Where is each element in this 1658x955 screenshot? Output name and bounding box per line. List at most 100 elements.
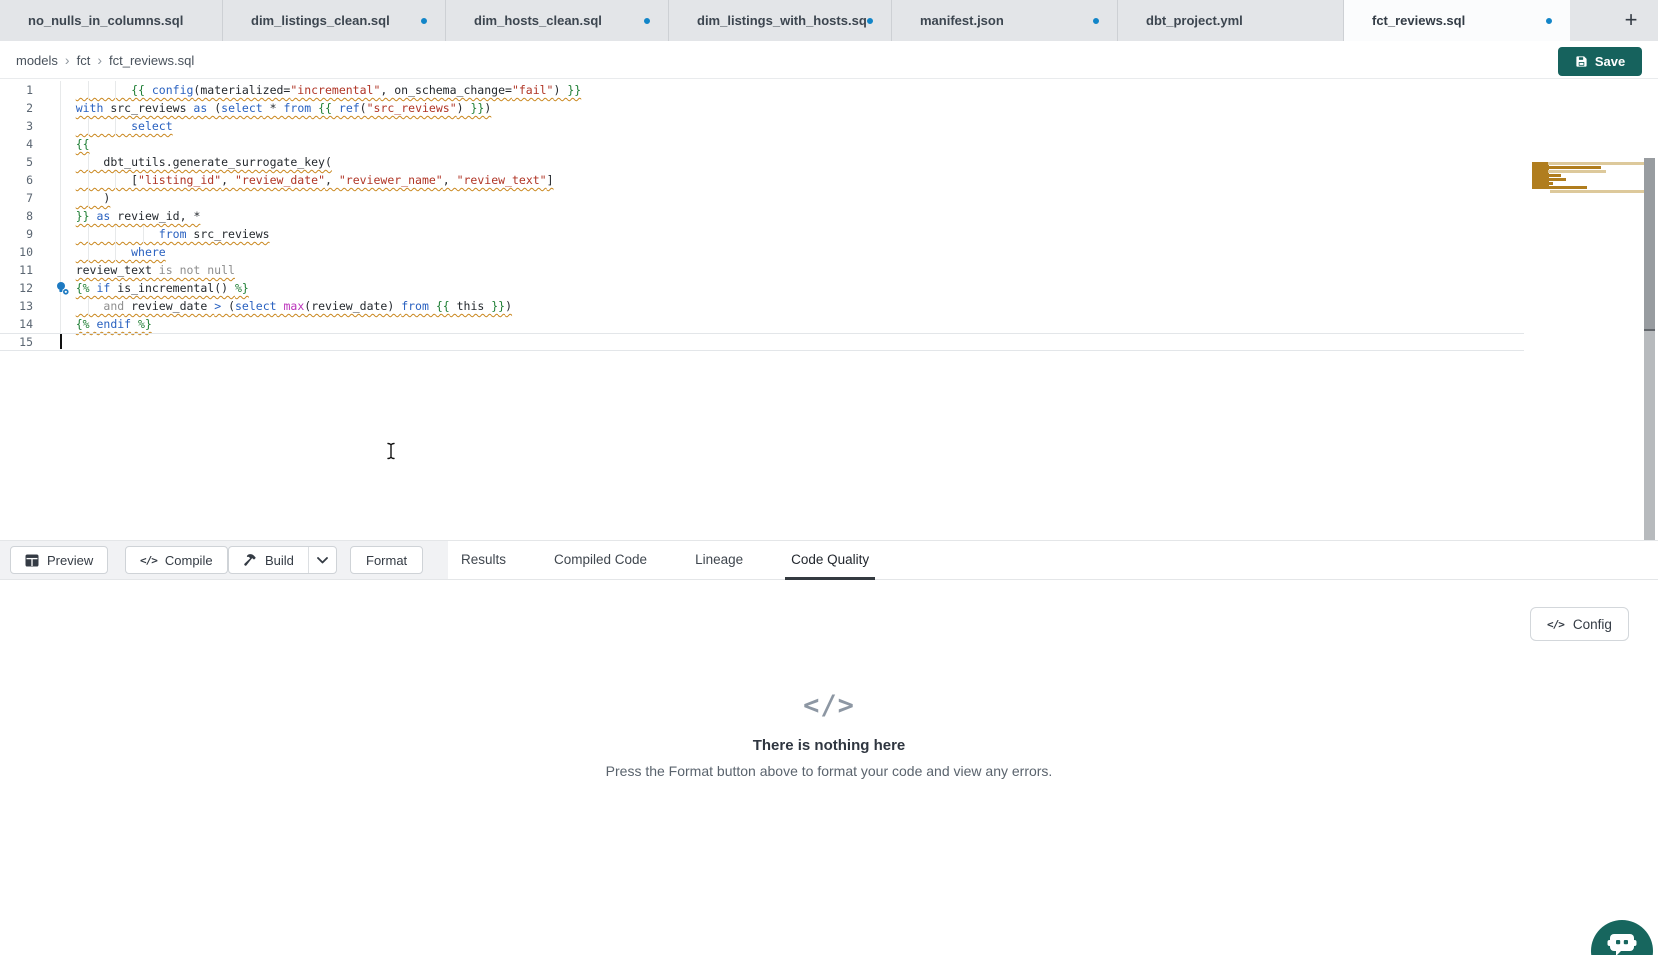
indent-guide <box>60 135 61 153</box>
code-line[interactable]: 3 select <box>0 117 1524 135</box>
build-button-label: Build <box>265 553 294 568</box>
code-text: where <box>48 245 166 259</box>
code-line[interactable]: 14 {% endif %} <box>0 315 1524 333</box>
file-tab[interactable]: dim_listings_clean.sql <box>223 0 446 41</box>
indent-guide <box>115 225 116 243</box>
indent-guide <box>115 81 116 99</box>
chevron-right-icon: › <box>65 52 70 68</box>
code-line[interactable]: 12 {% if is_incremental() %} <box>0 279 1524 297</box>
minimap-code-bar <box>1540 182 1553 185</box>
robot-chat-icon <box>1607 932 1637 955</box>
minimap-code-bar <box>1537 174 1561 177</box>
code-line[interactable]: 13 and review_date > (select max(review_… <box>0 297 1524 315</box>
code-line[interactable]: 6 ["listing_id", "review_date", "reviewe… <box>0 171 1524 189</box>
file-tab[interactable]: no_nulls_in_columns.sql <box>0 0 223 41</box>
minimap-code-bar <box>1537 166 1601 169</box>
build-button[interactable]: Build <box>229 547 308 573</box>
result-tab-results[interactable]: Results <box>455 541 512 580</box>
code-text: {% endif %} <box>48 317 152 331</box>
result-tab-code-quality[interactable]: Code Quality <box>785 541 875 580</box>
file-tab[interactable]: manifest.json <box>892 0 1118 41</box>
code-text: {{ <box>48 137 90 151</box>
preview-button[interactable]: Preview <box>10 546 108 574</box>
file-tab-label: manifest.json <box>920 13 1004 28</box>
hammer-icon <box>243 553 257 567</box>
minimap-code-bar <box>1548 178 1566 181</box>
code-line[interactable]: 10 where <box>0 243 1524 261</box>
file-tab-label: dim_listings_clean.sql <box>251 13 390 28</box>
indent-guide <box>115 117 116 135</box>
code-brackets-icon: </> <box>1547 618 1564 631</box>
line-number: 14 <box>0 315 48 333</box>
indent-guide <box>88 81 89 99</box>
result-tabs: Results Compiled Code Lineage Code Quality <box>455 541 875 580</box>
line-number: 13 <box>0 297 48 315</box>
code-line[interactable]: 9 from src_reviews <box>0 225 1524 243</box>
code-line[interactable]: 4 {{ <box>0 135 1524 153</box>
empty-state: </> There is nothing here Press the Form… <box>0 690 1658 779</box>
code-line[interactable]: 2 with src_reviews as (select * from {{ … <box>0 99 1524 117</box>
indent-guide <box>60 261 61 279</box>
file-tab-label: no_nulls_in_columns.sql <box>28 13 183 28</box>
code-text: }} as review_id, * <box>48 209 200 223</box>
compile-button[interactable]: </> Compile <box>125 546 228 574</box>
line-number: 2 <box>0 99 48 117</box>
line-number: 12 <box>0 279 48 297</box>
code-editor[interactable]: 1 {{ config(materialized="incremental", … <box>0 79 1658 540</box>
format-button[interactable]: Format <box>350 546 423 574</box>
lint-warning-underline: ["listing_id", "review_date", "reviewer_… <box>76 173 554 187</box>
code-text: dbt_utils.generate_surrogate_key( <box>48 155 332 169</box>
minimap-code-bar <box>1550 190 1645 193</box>
lint-warning-underline: {{ <box>76 137 90 151</box>
breadcrumb-item[interactable]: models <box>16 53 58 68</box>
quick-fix-lightbulb-icon[interactable] <box>55 281 70 296</box>
code-line[interactable]: 1 {{ config(materialized="incremental", … <box>0 81 1524 99</box>
code-line[interactable]: 15 <box>0 333 1524 351</box>
indent-guide <box>115 171 116 189</box>
breadcrumb-item[interactable]: fct_reviews.sql <box>109 53 194 68</box>
indent-guide <box>60 117 61 135</box>
floppy-disk-icon <box>1575 55 1588 68</box>
indent-guide <box>88 189 89 207</box>
build-dropdown-button[interactable] <box>308 547 336 573</box>
code-line[interactable]: 7 ) <box>0 189 1524 207</box>
file-tab[interactable]: dim_listings_with_hosts.sql <box>669 0 892 41</box>
save-button[interactable]: Save <box>1558 47 1642 76</box>
code-text: ["listing_id", "review_date", "reviewer_… <box>48 173 554 187</box>
indent-guide <box>88 117 89 135</box>
unsaved-changes-dot-icon <box>1546 18 1552 24</box>
breadcrumb: models › fct › fct_reviews.sql <box>16 41 194 79</box>
result-tab-compiled-code[interactable]: Compiled Code <box>548 541 653 580</box>
editor-scrollbar-thumb[interactable] <box>1644 158 1655 331</box>
indent-guide <box>60 81 61 99</box>
build-split-button: Build <box>228 546 337 574</box>
indent-guide <box>60 99 61 117</box>
code-line[interactable]: 5 dbt_utils.generate_surrogate_key( <box>0 153 1524 171</box>
editor-minimap[interactable] <box>1532 161 1645 199</box>
file-tab[interactable]: dim_hosts_clean.sql <box>446 0 669 41</box>
chevron-right-icon: › <box>97 52 102 68</box>
code-line[interactable]: 11 review_text is not null <box>0 261 1524 279</box>
file-tab[interactable]: fct_reviews.sql <box>1344 0 1570 41</box>
file-tab-label: dim_hosts_clean.sql <box>474 13 602 28</box>
plus-icon: + <box>1625 7 1638 33</box>
indent-guide <box>60 171 61 189</box>
result-tab-lineage[interactable]: Lineage <box>689 541 749 580</box>
lint-warning-underline: dbt_utils.generate_surrogate_key( <box>76 155 332 169</box>
new-tab-button[interactable]: + <box>1616 5 1646 35</box>
indent-guide <box>60 297 61 315</box>
code-brackets-icon: </> <box>140 554 157 567</box>
code-line[interactable]: 8 }} as review_id, * <box>0 207 1524 225</box>
breadcrumb-item[interactable]: fct <box>77 53 91 68</box>
save-button-label: Save <box>1595 54 1625 69</box>
line-number: 11 <box>0 261 48 279</box>
format-button-label: Format <box>366 553 407 568</box>
dbt-ide-window: no_nulls_in_columns.sql dim_listings_clea… <box>0 0 1658 955</box>
minimap-code-bar <box>1548 170 1606 173</box>
code-text: review_text is not null <box>48 263 235 277</box>
config-button[interactable]: </> Config <box>1530 607 1629 641</box>
file-tab-label: fct_reviews.sql <box>1372 13 1465 28</box>
line-number: 10 <box>0 243 48 261</box>
file-tab[interactable]: dbt_project.yml <box>1118 0 1344 41</box>
preview-button-label: Preview <box>47 553 93 568</box>
